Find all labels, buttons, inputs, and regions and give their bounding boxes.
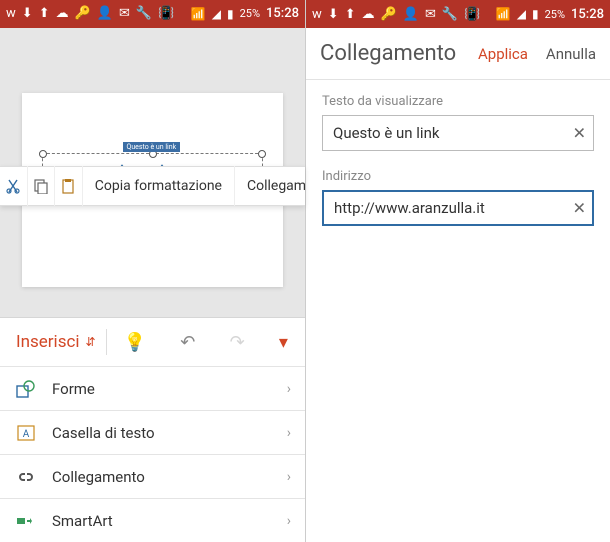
smartart-icon xyxy=(14,513,38,529)
shapes-icon xyxy=(14,380,38,398)
vibrate-icon: 📳 xyxy=(464,8,480,21)
status-bar: w ⬇ ⬆ ☁ 🔑 👤 ✉ 🔧 📳 📶 ◢ ▮ 25% 15:28 xyxy=(306,0,610,28)
battery-percent: 25% xyxy=(240,7,260,20)
paste-button[interactable] xyxy=(55,166,83,206)
download-icon: ⬇ xyxy=(328,8,339,21)
person-icon: 👤 xyxy=(97,7,113,20)
wifi-icon: 📶 xyxy=(191,7,206,21)
person-icon: 👤 xyxy=(403,8,419,21)
link-context-button[interactable]: Collegamento xyxy=(235,166,305,206)
ribbon-tab-selector[interactable]: Inserisci ⇵ xyxy=(0,332,106,352)
status-icons-right: 📶 ◢ ▮ 25% 15:28 xyxy=(191,6,299,21)
battery-icon: ▮ xyxy=(227,7,234,21)
chevron-right-icon: › xyxy=(287,513,291,529)
cut-button[interactable] xyxy=(0,166,28,206)
wifi-icon: 📶 xyxy=(496,7,511,21)
ribbon-item-link[interactable]: Collegamento › xyxy=(0,454,305,498)
ribbon-item-label: SmartArt xyxy=(52,512,113,530)
signal-icon: ◢ xyxy=(212,7,221,21)
ribbon-item-label: Forme xyxy=(52,380,95,398)
signal-icon: ◢ xyxy=(517,7,526,21)
redo-button[interactable]: ↷ xyxy=(230,332,245,353)
right-pane: w ⬇ ⬆ ☁ 🔑 👤 ✉ 🔧 📳 📶 ◢ ▮ 25% 15:28 Colleg… xyxy=(305,0,610,542)
slide-editor[interactable]: Questo è un link Copia formattazione Col… xyxy=(0,28,305,317)
chat-icon: ☁ xyxy=(56,7,69,20)
selected-link-text[interactable]: Questo è un link xyxy=(123,142,181,152)
dialog-header: Collegamento Applica Annulla xyxy=(306,28,610,80)
upload-icon: ⬆ xyxy=(39,7,50,20)
battery-icon: ▮ xyxy=(532,7,539,21)
apply-button[interactable]: Applica xyxy=(478,45,528,63)
download-icon: ⬇ xyxy=(22,7,33,20)
wrench-icon: 🔧 xyxy=(136,7,152,20)
resize-handle[interactable] xyxy=(39,150,47,158)
ribbon-item-shapes[interactable]: Forme › xyxy=(0,366,305,410)
context-toolbar: Copia formattazione Collegamento xyxy=(0,166,305,206)
mail-icon: ✉ xyxy=(119,7,130,20)
link-icon xyxy=(14,470,38,484)
dialog-title: Collegamento xyxy=(320,41,460,66)
address-label: Indirizzo xyxy=(322,169,594,184)
address-input[interactable] xyxy=(322,190,594,226)
clock: 15:28 xyxy=(266,6,299,21)
wrench-icon: 🔧 xyxy=(442,8,458,21)
chevron-right-icon: › xyxy=(287,469,291,485)
clear-input-button[interactable]: ✕ xyxy=(573,199,586,218)
chevron-right-icon: › xyxy=(287,381,291,397)
ribbon-item-textbox[interactable]: A Casella di testo › xyxy=(0,410,305,454)
cancel-button[interactable]: Annulla xyxy=(546,45,596,63)
clear-input-button[interactable]: ✕ xyxy=(573,124,586,143)
ribbon-item-label: Collegamento xyxy=(52,468,145,486)
undo-button[interactable]: ↶ xyxy=(180,332,195,353)
lightbulb-icon[interactable]: 💡 xyxy=(124,332,146,353)
display-text-input[interactable] xyxy=(322,115,594,151)
textbox-icon: A xyxy=(14,425,38,441)
display-text-label: Testo da visualizzare xyxy=(322,94,594,109)
status-icons-right: 📶 ◢ ▮ 25% 15:28 xyxy=(496,7,604,22)
status-icons-left: w ⬇ ⬆ ☁ 🔑 👤 ✉ 🔧 📳 xyxy=(6,7,191,20)
ribbon-header: Inserisci ⇵ 💡 ↶ ↷ ▾ xyxy=(0,318,305,366)
ribbon-item-smartart[interactable]: SmartArt › xyxy=(0,498,305,542)
chat-icon: ☁ xyxy=(362,8,375,21)
key-icon: 🔑 xyxy=(75,7,91,20)
vibrate-icon: 📳 xyxy=(158,7,174,20)
more-menu-button[interactable]: ▾ xyxy=(279,332,288,353)
ribbon-tab-label: Inserisci xyxy=(16,332,80,352)
ribbon-quick-actions: 💡 ↶ ↷ ▾ xyxy=(107,332,305,353)
mail-icon: ✉ xyxy=(425,8,436,21)
dialog-body: Testo da visualizzare ✕ Indirizzo ✕ xyxy=(306,80,610,258)
chevron-right-icon: › xyxy=(287,425,291,441)
clock: 15:28 xyxy=(571,7,604,22)
status-bar: w ⬇ ⬆ ☁ 🔑 👤 ✉ 🔧 📳 📶 ◢ ▮ 25% 15:28 xyxy=(0,0,305,28)
ribbon-panel: Inserisci ⇵ 💡 ↶ ↷ ▾ Forme › A Casella di… xyxy=(0,317,305,542)
upload-icon: ⬆ xyxy=(345,8,356,21)
key-icon: 🔑 xyxy=(381,8,397,21)
w-indicator-icon: w xyxy=(312,8,322,21)
w-indicator-icon: w xyxy=(6,7,16,20)
copy-format-button[interactable]: Copia formattazione xyxy=(83,166,235,206)
status-icons-left: w ⬇ ⬆ ☁ 🔑 👤 ✉ 🔧 📳 xyxy=(312,8,496,21)
copy-button[interactable] xyxy=(28,166,56,206)
svg-text:A: A xyxy=(23,429,30,440)
resize-handle[interactable] xyxy=(258,150,266,158)
left-pane: w ⬇ ⬆ ☁ 🔑 👤 ✉ 🔧 📳 📶 ◢ ▮ 25% 15:28 xyxy=(0,0,305,542)
ribbon-item-label: Casella di testo xyxy=(52,424,155,442)
chevron-updown-icon: ⇵ xyxy=(86,335,96,349)
battery-percent: 25% xyxy=(545,8,565,21)
